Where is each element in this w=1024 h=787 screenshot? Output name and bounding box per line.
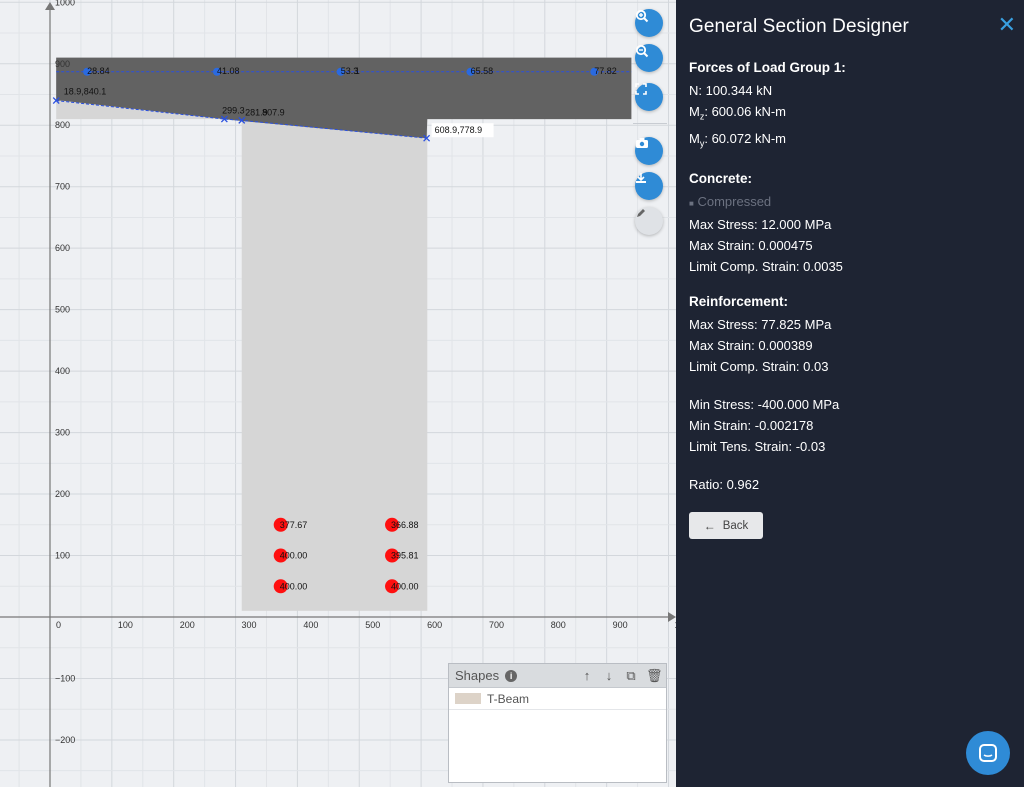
y-tick-label: 800 (55, 120, 70, 130)
download-button[interactable] (635, 172, 663, 200)
rebar-min-stress: Min Stress: -400.000 MPa (689, 397, 840, 413)
bottom-rebar-label: 366.88 (391, 520, 419, 530)
expand-icon (635, 83, 647, 95)
bottom-rebar-label: 400.00 (280, 551, 308, 561)
x-tick-label: 0 (56, 620, 61, 630)
x-tick-label: 300 (242, 620, 257, 630)
edit-button[interactable] (635, 207, 663, 235)
rebar-max-stress: Max Stress: 77.825 MPa (689, 317, 832, 333)
download-icon (636, 173, 646, 183)
y-tick-label: −200 (55, 735, 75, 745)
utilization-ratio: Ratio: 0.962 (689, 477, 760, 493)
concrete-max-stress: Max Stress: 12.000 MPa (689, 217, 832, 233)
bottom-rebar-label: 400.00 (280, 581, 308, 591)
moment-z: Mz: 600.06 kN-m (689, 101, 1011, 128)
x-tick-label: 800 (551, 620, 566, 630)
moment-y-symbol: M (689, 130, 700, 146)
x-tick-label: 100 (118, 620, 133, 630)
y-tick-label: 900 (55, 59, 70, 69)
shapes-header: Shapes i ↑ ↓ ⧉ 🗑 (449, 664, 666, 688)
shapes-title: Shapes (455, 668, 500, 683)
y-tick-label: 400 (55, 366, 70, 376)
panel-title: General Section Designer (689, 16, 909, 37)
shape-list-item[interactable]: T-Beam (449, 688, 666, 710)
x-tick-label: 700 (489, 620, 504, 630)
x-tick-label: 500 (365, 620, 380, 630)
legend-square-icon: ■ (689, 199, 694, 209)
reinforcement-title: Reinforcement: (689, 294, 789, 310)
neutral-point-label: 807.9 (262, 107, 285, 117)
axial-force: N: 100.344 kN (689, 83, 773, 98)
zoom-out-button[interactable] (635, 44, 663, 72)
y-tick-label: 1000 (55, 0, 75, 7)
bottom-rebar-label: 377.67 (280, 520, 308, 530)
t-beam-web (241, 119, 428, 611)
shape-name: T-Beam (487, 691, 530, 706)
concrete-limit-comp-strain: Limit Comp. Strain: 0.0035 (689, 259, 843, 275)
rebar-limit-comp-strain: Limit Comp. Strain: 0.03 (689, 359, 829, 375)
compressed-label: Compressed (697, 194, 772, 210)
moment-y: My: 60.072 kN-m (689, 128, 1011, 155)
trash-icon[interactable]: 🗑 (646, 668, 663, 684)
x-tick-label: 200 (180, 620, 195, 630)
drawing-canvas[interactable]: 1000100200300400500600700800900101000900… (0, 0, 676, 787)
duplicate-icon[interactable]: ⧉ (624, 668, 638, 684)
move-up-icon[interactable]: ↑ (580, 668, 594, 684)
forces-title: Forces of Load Group 1: (689, 60, 846, 75)
y-tick-label: −100 (55, 673, 75, 683)
x-tick-label: 900 (613, 620, 628, 630)
move-down-icon[interactable]: ↓ (602, 668, 616, 684)
back-button[interactable]: ← Back (689, 512, 763, 540)
chat-button[interactable] (966, 731, 1010, 775)
y-tick-label: 500 (55, 305, 70, 315)
rebar-min-strain: Min Strain: -0.002178 (689, 418, 814, 434)
top-rebar-label: 41.08 (217, 66, 240, 76)
fit-view-button[interactable] (635, 83, 663, 111)
shape-color-swatch (455, 693, 481, 704)
y-tick-label: 300 (55, 428, 70, 438)
zoom-in-button[interactable] (635, 9, 663, 37)
info-icon[interactable]: i (505, 669, 518, 682)
y-tick-label: 700 (55, 182, 70, 192)
chat-icon (979, 744, 997, 762)
neutral-point-label: 299.3 (222, 105, 245, 115)
zoom-out-icon (635, 44, 649, 58)
results-panel: General Section Designer ✕ Forces of Loa… (676, 0, 1024, 787)
top-rebar-label: 65.58 (471, 66, 494, 76)
close-icon[interactable]: ✕ (998, 12, 1016, 38)
concrete-max-strain: Max Strain: 0.000475 (689, 238, 813, 254)
y-axis-arrow (45, 2, 55, 10)
x-tick-label: 400 (303, 620, 318, 630)
moment-z-value: : 600.06 kN-m (704, 104, 786, 119)
arrow-left-icon: ← (703, 518, 716, 533)
neutral-point-label: 608.9,778.9 (435, 125, 483, 135)
back-label: Back (722, 519, 749, 532)
top-rebar-label: 1 (355, 66, 360, 76)
pencil-icon (637, 209, 645, 217)
bottom-rebar-label: 395.81 (391, 551, 419, 561)
shapes-panel: Shapes i ↑ ↓ ⧉ 🗑 T-Beam (448, 663, 667, 783)
toolbar-divider (633, 123, 667, 124)
screenshot-button[interactable] (635, 137, 663, 165)
y-tick-label: 600 (55, 243, 70, 253)
moment-y-value: : 60.072 kN-m (704, 130, 786, 146)
x-tick-label: 600 (427, 620, 442, 630)
rebar-max-strain: Max Strain: 0.000389 (689, 338, 813, 354)
top-rebar-label: 77.82 (594, 66, 617, 76)
y-tick-label: 100 (55, 551, 70, 561)
top-rebar-label: 28.84 (87, 66, 110, 76)
compressed-legend: ■ Compressed (689, 191, 1011, 214)
neutral-point-label: 18.9,840.1 (64, 87, 107, 97)
y-tick-label: 200 (55, 489, 70, 499)
moment-z-symbol: M (689, 104, 700, 119)
zoom-in-icon (635, 9, 649, 23)
camera-icon (636, 138, 648, 148)
bottom-rebar-label: 400.00 (391, 581, 419, 591)
concrete-title: Concrete: (689, 171, 753, 187)
rebar-limit-tens-strain: Limit Tens. Strain: -0.03 (689, 439, 826, 455)
